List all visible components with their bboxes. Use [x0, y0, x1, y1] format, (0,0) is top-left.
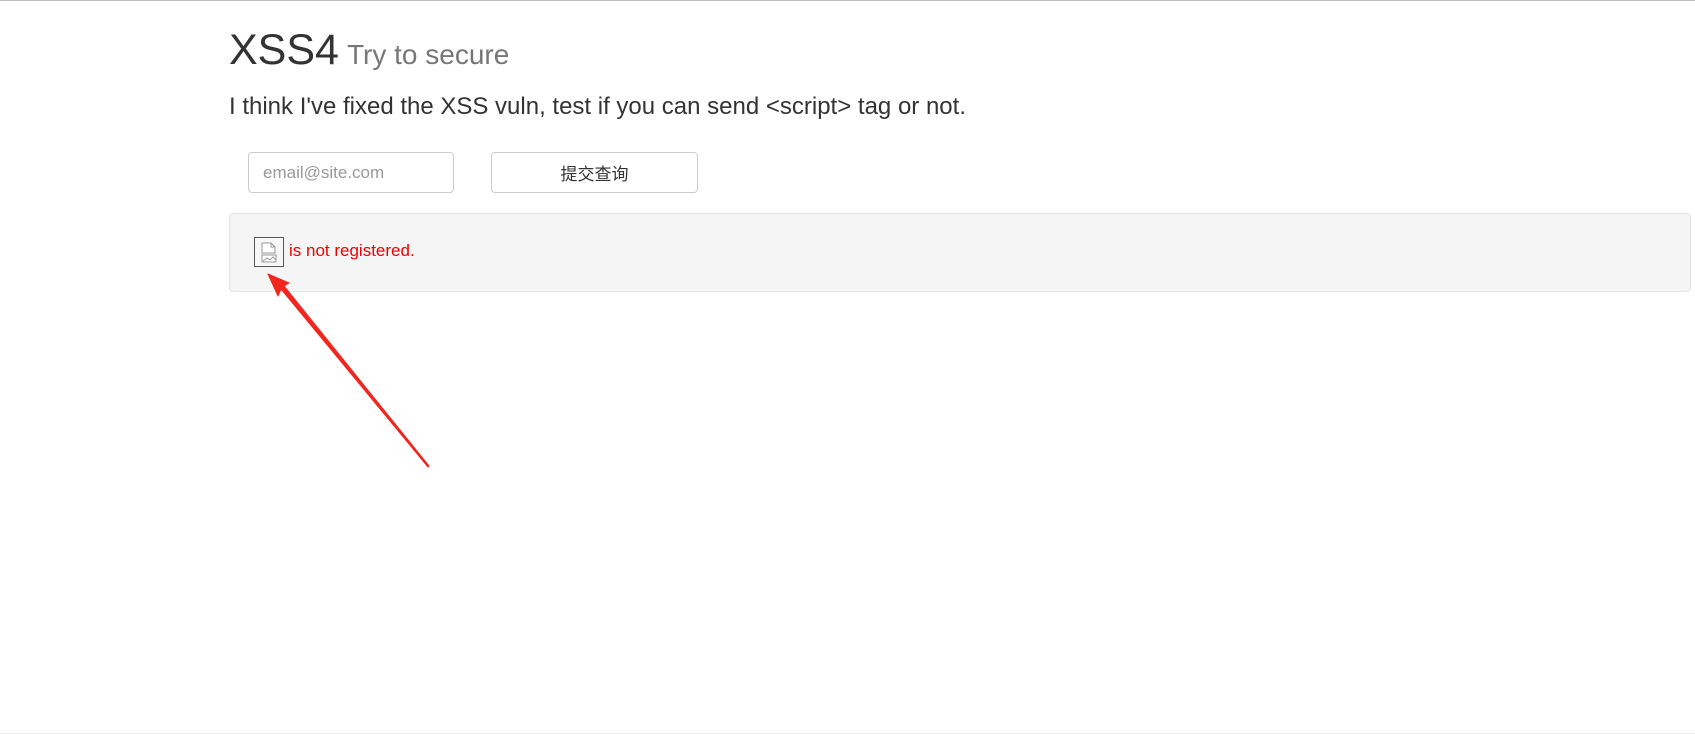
- lead-text: I think I've fixed the XSS vuln, test if…: [229, 93, 966, 120]
- bottom-border: [0, 733, 1695, 734]
- submit-button[interactable]: 提交查询: [491, 152, 698, 193]
- page-title-text: XSS4: [229, 26, 339, 74]
- page-subtitle: Try to secure: [346, 39, 510, 70]
- email-input[interactable]: [248, 152, 454, 193]
- result-message: is not registered.: [289, 241, 415, 260]
- result-well: is not registered.: [229, 213, 1691, 292]
- page-title: XSS4 Try to secure: [229, 26, 509, 79]
- annotation-arrow-shape: [267, 273, 430, 468]
- top-border: [0, 0, 1695, 1]
- broken-image-glyph: [261, 242, 277, 263]
- broken-image-icon: [254, 237, 284, 267]
